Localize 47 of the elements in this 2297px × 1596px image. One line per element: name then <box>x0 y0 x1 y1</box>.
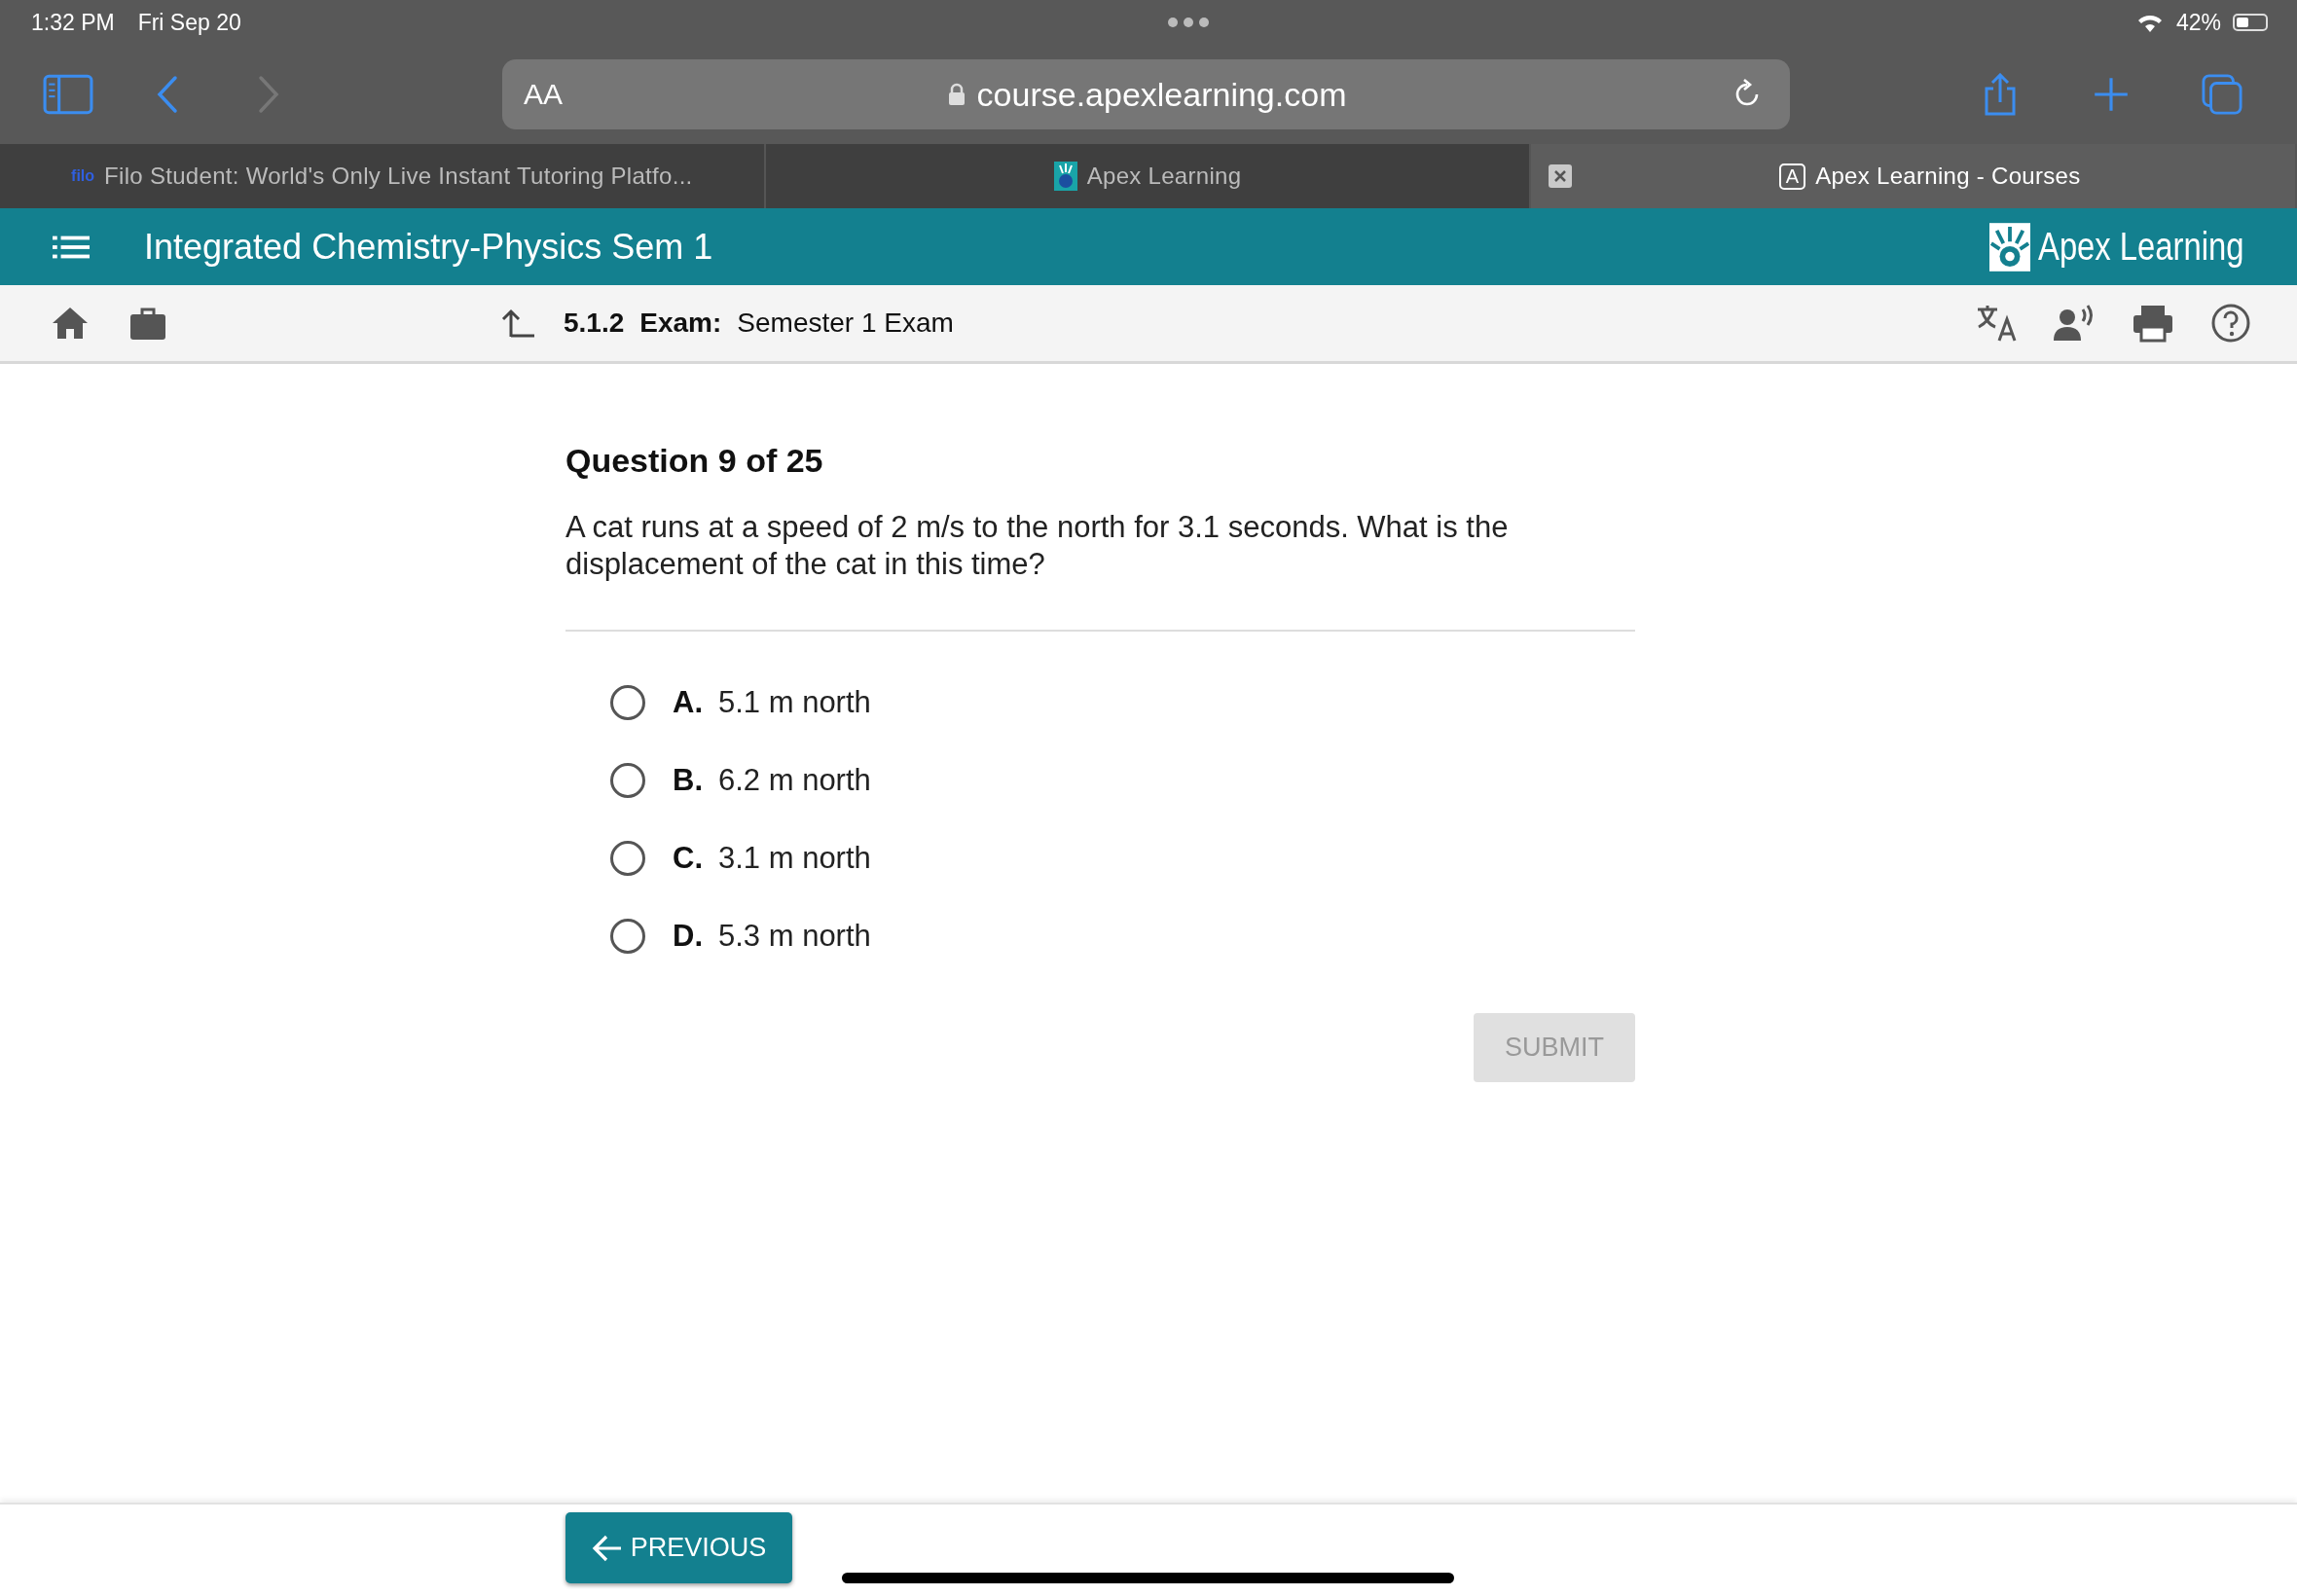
url-text: course.apexlearning.com <box>976 75 1347 114</box>
logo-text: Apex Learning <box>2038 225 2244 269</box>
option-letter: B. <box>673 763 703 798</box>
tab-favicon: filo <box>71 167 95 185</box>
battery-percent: 42% <box>2175 9 2221 36</box>
left-arrow-icon <box>591 1534 623 1562</box>
up-arrow-icon[interactable] <box>501 308 536 339</box>
question-text: A cat runs at a speed of 2 m/s to the north for 3.1 seconds. What is the displacement of the cat in this time? <box>565 509 1510 583</box>
lesson-type: Exam: <box>639 308 722 339</box>
text-size-button[interactable]: AA <box>524 78 564 111</box>
option-text[interactable]: 6.2 m north <box>718 763 871 798</box>
lock-icon <box>947 83 966 106</box>
status-date: Fri Sep 20 <box>137 9 241 36</box>
home-icon[interactable] <box>51 306 90 341</box>
option-letter: D. <box>673 919 703 954</box>
battery-icon <box>2233 14 2268 31</box>
briefcase-icon[interactable] <box>128 306 167 341</box>
option-letter: A. <box>673 685 703 720</box>
tab-title: Apex Learning <box>1086 163 1242 190</box>
lesson-title: Semester 1 Exam <box>737 308 954 339</box>
radio-button[interactable] <box>610 841 645 876</box>
option-letter: C. <box>673 841 703 876</box>
status-time: 1:32 PM <box>31 9 115 36</box>
lesson-number: 5.1.2 <box>564 308 625 339</box>
tab-title: Apex Learning - Courses <box>1815 163 2081 190</box>
tab-favicon: A <box>1778 163 1806 190</box>
print-icon[interactable] <box>2132 304 2174 343</box>
browser-tab[interactable]: A Apex Learning - Courses <box>1531 144 2297 208</box>
help-icon[interactable] <box>2209 304 2252 343</box>
radio-button[interactable] <box>610 763 645 798</box>
translate-icon[interactable] <box>1976 304 2019 343</box>
hand-logo-icon <box>1989 222 2031 272</box>
hand-logo-icon <box>1053 162 1077 191</box>
option-text[interactable]: 5.1 m north <box>718 685 871 720</box>
option-text[interactable]: 5.3 m north <box>718 919 871 954</box>
more-icon[interactable] <box>1166 17 1210 28</box>
previous-button[interactable]: PREVIOUS <box>565 1512 792 1583</box>
tab-title: Filo Student: World's Only Live Instant Tutoring Platfo... <box>104 163 693 190</box>
browser-tab[interactable]: Apex Learning <box>765 144 1532 208</box>
browser-tab[interactable]: filo Filo Student: World's Only Live Instant Tutoring Platfo... <box>0 144 766 208</box>
close-icon[interactable] <box>1549 164 1573 188</box>
option-text[interactable]: 3.1 m north <box>718 841 871 876</box>
course-title: Integrated Chemistry-Physics Sem 1 <box>144 226 713 268</box>
radio-button[interactable] <box>610 685 645 720</box>
radio-button[interactable] <box>610 919 645 954</box>
question-heading: Question 9 of 25 <box>565 442 824 480</box>
address-bar[interactable]: AA course.apexlearning.com <box>502 59 1790 129</box>
